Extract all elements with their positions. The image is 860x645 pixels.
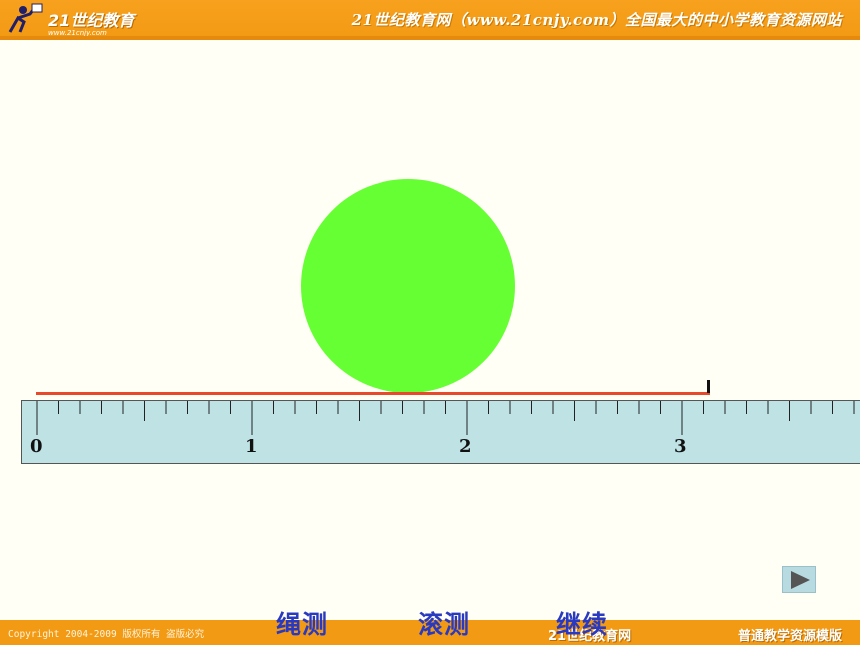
footer-template: 普通教学资源模版: [737, 629, 842, 644]
roll-measure-button[interactable]: 滚测: [418, 605, 470, 641]
next-button[interactable]: [782, 566, 816, 593]
ruler-label-1: 1: [245, 436, 258, 457]
site-slogan: 21世纪教育网（www.21cnjy.com）全国最大的中小学教育资源网站: [351, 11, 842, 29]
copyright-text: Copyright 2004-2009 版权所有 盗版必究: [8, 629, 205, 640]
rope-end-marker: [707, 380, 710, 393]
logo-name: 21世纪教育: [48, 11, 135, 30]
ruler-ticks: [36, 401, 855, 435]
continue-button[interactable]: 继续: [556, 605, 608, 641]
runner-logo-icon: [8, 3, 43, 33]
ruler-label-3: 3: [674, 436, 687, 457]
green-circle: [301, 179, 515, 393]
header-bar: 21世纪教育 www.21cnjy.com 21世纪教育网（www.21cnjy…: [0, 0, 860, 38]
ruler-label-0: 0: [30, 436, 43, 457]
rope-measure-button[interactable]: 绳测: [276, 605, 328, 641]
ruler: [21, 400, 860, 464]
site-logo[interactable]: 21世纪教育 www.21cnjy.com: [6, 2, 186, 38]
play-triangle-icon: [791, 571, 810, 589]
rope-line: [36, 392, 710, 395]
ruler-label-2: 2: [459, 436, 472, 457]
header-divider: [0, 36, 860, 40]
